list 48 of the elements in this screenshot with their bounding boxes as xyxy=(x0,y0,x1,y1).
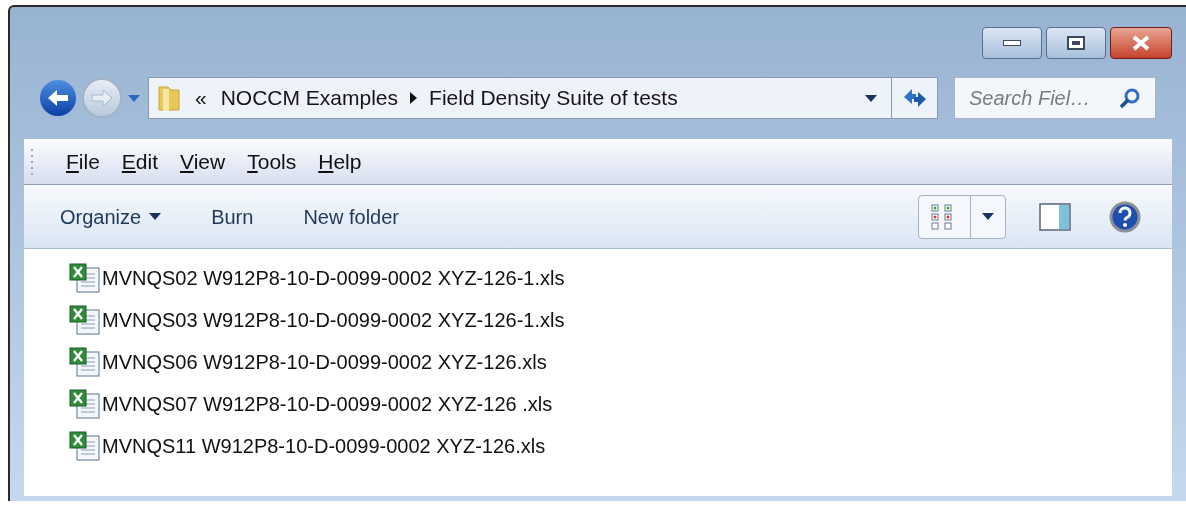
menu-item[interactable]: File xyxy=(60,145,106,178)
separator-arrow-icon[interactable] xyxy=(410,92,418,104)
breadcrumb-segment[interactable]: NOCCM Examples xyxy=(220,82,399,114)
caret-icon xyxy=(865,94,877,102)
preview-pane-icon xyxy=(1039,202,1071,231)
menu-item[interactable]: Tools xyxy=(241,145,303,178)
caret-icon xyxy=(128,94,140,102)
file-item[interactable]: MVNQS06 W912P8-10-D-0099-0002 XYZ-126.xls xyxy=(68,343,1172,380)
restore-icon xyxy=(1067,36,1085,50)
toolbar-button[interactable]: Burn xyxy=(205,196,260,237)
file-name: MVNQS02 W912P8-10-D-0099-0002 XYZ-126-1.xls xyxy=(102,265,565,291)
file-item[interactable]: MVNQS07 W912P8-10-D-0099-0002 XYZ-126 .xls xyxy=(68,385,1172,422)
menu-item[interactable]: View xyxy=(174,145,232,178)
spreadsheet-file-icon xyxy=(68,261,102,294)
file-name: MVNQS06 W912P8-10-D-0099-0002 XYZ-126.xls xyxy=(102,349,547,375)
spreadsheet-file-icon xyxy=(68,345,102,378)
spreadsheet-file-icon xyxy=(68,303,102,336)
file-name: MVNQS07 W912P8-10-D-0099-0002 XYZ-126 .xls xyxy=(102,391,553,417)
minimize-button[interactable] xyxy=(982,27,1042,59)
file-item[interactable]: MVNQS11 W912P8-10-D-0099-0002 XYZ-126.xls xyxy=(68,427,1172,464)
breadcrumb-segment[interactable]: Field Density Suite of tests xyxy=(429,82,678,114)
file-item[interactable]: MVNQS02 W912P8-10-D-0099-0002 XYZ-126-1.xls xyxy=(68,259,1172,296)
minimize-icon xyxy=(1003,40,1021,46)
help-button[interactable] xyxy=(1108,199,1142,234)
search-icon xyxy=(1119,87,1141,109)
search-input[interactable]: Search Fiel… xyxy=(969,83,1099,113)
close-icon xyxy=(1131,35,1151,51)
close-button[interactable] xyxy=(1110,27,1172,59)
breadcrumb-overflow[interactable]: « xyxy=(195,82,207,114)
view-options-button[interactable] xyxy=(918,194,1006,239)
address-bar[interactable]: « NOCCM Examples Field Density Suite of tests xyxy=(148,77,938,119)
file-name: MVNQS03 W912P8-10-D-0099-0002 XYZ-126-1.xls xyxy=(102,307,565,333)
maximize-button[interactable] xyxy=(1046,27,1106,59)
help-icon xyxy=(1109,200,1141,233)
spreadsheet-file-icon xyxy=(68,387,102,420)
back-arrow-icon xyxy=(47,89,69,107)
search-field[interactable]: Search Fiel… xyxy=(954,77,1156,119)
file-item[interactable]: MVNQS03 W912P8-10-D-0099-0002 XYZ-126-1.xls xyxy=(68,301,1172,338)
menu-item[interactable]: Help xyxy=(312,145,368,178)
spreadsheet-file-icon xyxy=(68,429,102,462)
caret-icon xyxy=(982,213,994,220)
menu-item[interactable]: Edit xyxy=(115,145,165,178)
toolbar-button[interactable]: Organize xyxy=(54,196,168,237)
folder-icon xyxy=(157,83,181,113)
toolbar-button[interactable]: New folder xyxy=(297,196,405,237)
forward-arrow-icon xyxy=(91,89,113,107)
file-name: MVNQS11 W912P8-10-D-0099-0002 XYZ-126.xls xyxy=(102,433,546,459)
grip-icon xyxy=(30,146,34,177)
